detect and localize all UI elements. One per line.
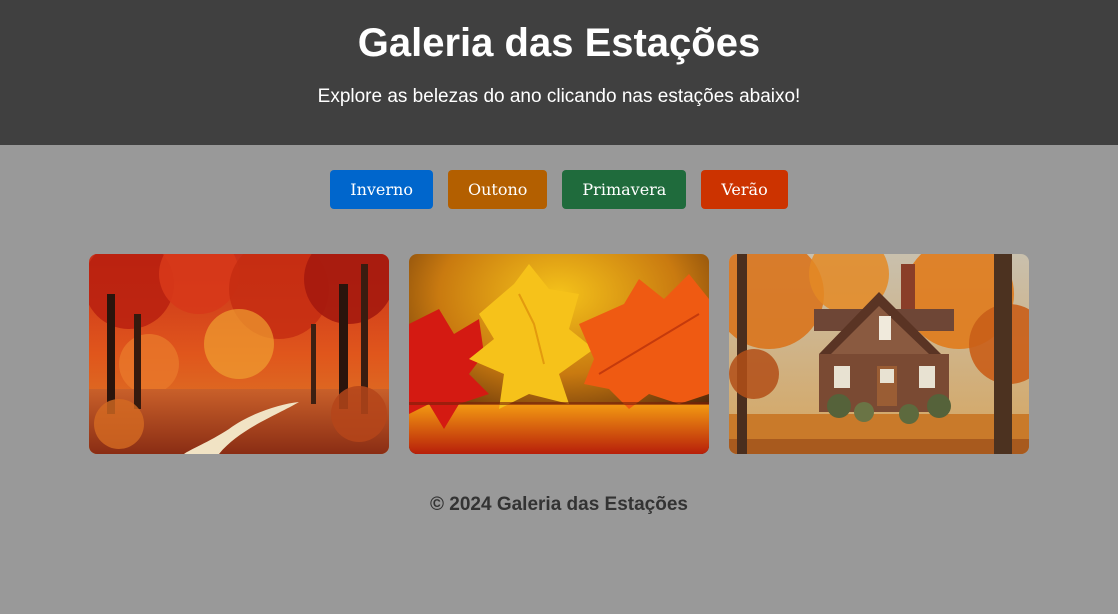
image-gallery [0, 254, 1118, 454]
autumn-leaves-image[interactable] [409, 254, 709, 454]
page-footer: © 2024 Galeria das Estações [430, 494, 688, 515]
outono-button[interactable]: Outono [447, 170, 548, 209]
autumn-cabin-image[interactable] [729, 254, 1029, 454]
page-title: Galeria das Estações [357, 21, 761, 65]
verao-button[interactable]: Verão [701, 170, 788, 209]
season-buttons: Inverno Outono Primavera Verão [0, 170, 1118, 209]
page-header: Galeria das Estações Explore as belezas … [0, 0, 1118, 145]
primavera-button[interactable]: Primavera [562, 170, 687, 209]
inverno-button[interactable]: Inverno [330, 170, 433, 209]
autumn-forest-path-image[interactable] [89, 254, 389, 454]
page-subtitle: Explore as belezas do ano clicando nas e… [317, 86, 801, 107]
